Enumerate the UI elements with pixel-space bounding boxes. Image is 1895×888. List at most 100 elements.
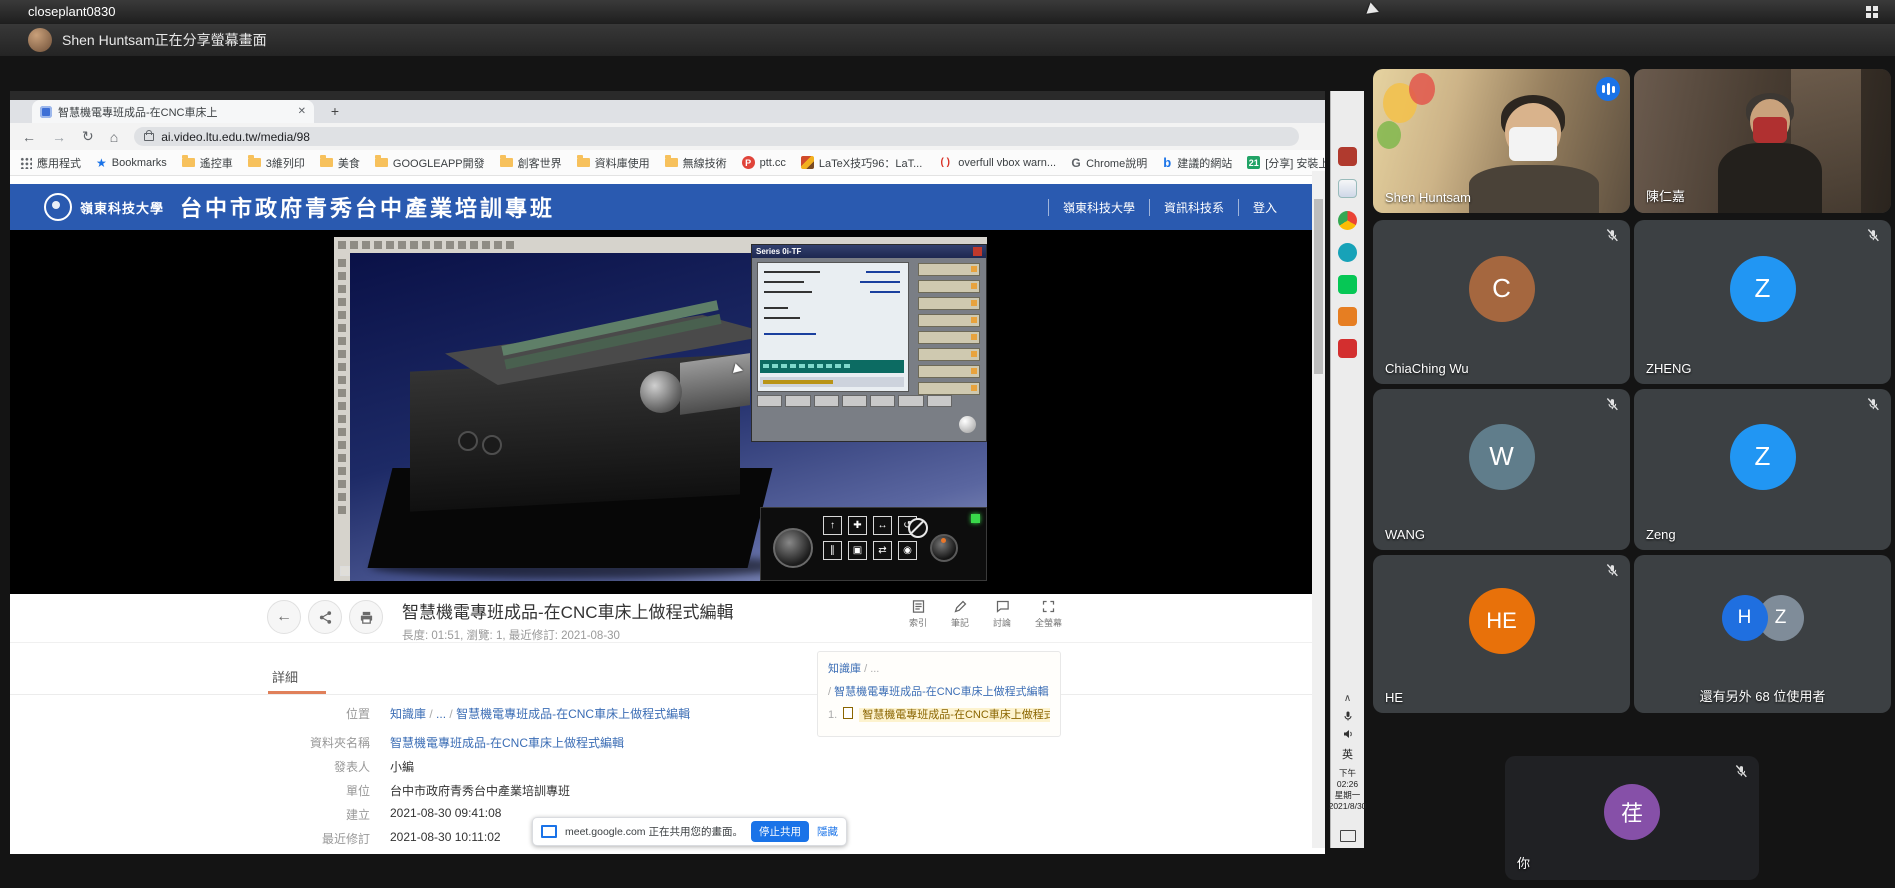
back-icon[interactable]: ← (22, 129, 36, 145)
bookmark-item[interactable]: GChrome說明 (1071, 155, 1147, 171)
back-button[interactable]: ← (267, 600, 301, 634)
toc-branch-link[interactable]: 智慧機電專班成品-在CNC車床上做程式編輯 (834, 686, 1049, 698)
cnc-handwheel (959, 416, 976, 433)
nav-link-university[interactable]: 嶺東科技大學 (1048, 199, 1149, 216)
participant-tile-zeng[interactable]: Z Zeng (1634, 389, 1891, 550)
address-bar[interactable]: ai.video.ltu.edu.tw/media/98 (134, 127, 1299, 146)
nav-link-login[interactable]: 登入 (1238, 199, 1291, 216)
participant-tile-zheng[interactable]: Z ZHENG (1634, 220, 1891, 384)
bookmark-item[interactable]: ★Bookmarks (96, 156, 167, 170)
google-favicon: G (1071, 156, 1081, 169)
folder-name-link[interactable]: 智慧機電專班成品-在CNC車床上做程式編輯 (390, 736, 624, 750)
participant-tile-wang[interactable]: W WANG (1373, 389, 1630, 550)
participant-name: Shen Huntsam (1385, 190, 1471, 205)
bookmark-folder[interactable]: 遙控車 (182, 155, 233, 171)
calendar-favicon: 21 (1247, 156, 1260, 169)
breadcrumb-root-link[interactable]: 知識庫 (390, 707, 426, 721)
bookmark-item[interactable]: ( )overfull vbox warn... (937, 156, 1056, 169)
nav-link-department[interactable]: 資訊科技系 (1149, 199, 1238, 216)
cnc-window-titlebar: Series 0i-TF (752, 245, 986, 258)
window-title: closeplant0830 (28, 4, 115, 19)
participant-tile-chen[interactable]: 陳仁嘉 (1634, 69, 1891, 213)
forward-icon[interactable]: → (52, 129, 66, 145)
participant-name: ChiaChing Wu (1385, 361, 1469, 376)
bookmark-item[interactable]: Pptt.cc (742, 156, 786, 169)
detail-row-author: 發表人 小編 (10, 758, 770, 775)
tray-speaker-icon[interactable] (1342, 728, 1354, 740)
toc-current-item-link[interactable]: 智慧機電專班成品-在CNC車床上做程式編輯 (859, 708, 1050, 722)
face-mask (1509, 127, 1557, 161)
toc-root-link[interactable]: 知識庫 (828, 663, 861, 675)
share-message: meet.google.com 正在共用您的畫面。 (565, 824, 743, 839)
input-language-indicator[interactable]: 英 (1342, 746, 1353, 762)
sim-resize-icon (340, 566, 350, 576)
index-button[interactable]: 索引 (909, 599, 927, 629)
video-player[interactable]: Series 0i-TF (10, 230, 1325, 594)
cnc-softkeys (757, 395, 952, 407)
fullscreen-button[interactable]: 全螢幕 (1035, 599, 1062, 629)
bookmark-folder[interactable]: 美食 (320, 155, 360, 171)
tray-mic-icon[interactable] (1342, 710, 1354, 722)
bookmark-apps[interactable]: 應用程式 (20, 155, 81, 171)
bookmark-folder[interactable]: 3維列印 (248, 155, 305, 171)
taskbar-app-icon-teal[interactable] (1338, 243, 1357, 262)
taskbar-app-icon-orange[interactable] (1338, 307, 1357, 326)
breadcrumb-current-link[interactable]: 智慧機電專班成品-在CNC車床上做程式編輯 (456, 707, 690, 721)
bookmark-folder[interactable]: 資料庫使用 (577, 155, 650, 171)
printer-icon (359, 610, 374, 625)
discussion-button[interactable]: 討論 (993, 599, 1011, 629)
jog-key-grid: ↑ ✚ ↔ ↺ ∥ ▣ ⇄ ◉ (823, 516, 919, 560)
bookmark-item[interactable]: 21[分享] 安裝上百套... (1247, 155, 1325, 171)
paren-favicon: ( ) (937, 156, 953, 169)
bookmark-folder[interactable]: 無線技術 (665, 155, 727, 171)
taskbar-app-icon-chrome[interactable] (1338, 211, 1357, 230)
tray-expand-icon[interactable]: ∧ (1344, 693, 1351, 704)
breadcrumb-ellipsis-link[interactable]: ... (436, 707, 446, 721)
participant-name: 陳仁嘉 (1646, 186, 1685, 205)
folder-icon (375, 158, 388, 167)
bookmark-folder[interactable]: 創客世界 (500, 155, 562, 171)
participant-name: ZHENG (1646, 361, 1692, 376)
print-button[interactable] (349, 600, 383, 634)
home-icon[interactable]: ⌂ (110, 129, 118, 145)
avatar: Z (1730, 256, 1796, 322)
participant-name: Zeng (1646, 527, 1676, 542)
scrollbar-thumb[interactable] (1314, 199, 1323, 374)
hide-button[interactable]: 隱藏 (817, 824, 838, 839)
notes-button[interactable]: 筆記 (951, 599, 969, 629)
bookmark-item[interactable]: LaTeX技巧96：LaT... (801, 155, 922, 171)
site-banner: 嶺東科技大學 台中市政府青秀台中產業培訓專班 嶺東科技大學 資訊科技系 登入 (10, 184, 1325, 230)
participant-tile-he[interactable]: HE HE (1373, 555, 1630, 713)
taskbar-clock[interactable]: 下午 02:26 星期一 2021/8/30 (1329, 768, 1367, 812)
bookmark-folder[interactable]: GOOGLEAPP開發 (375, 155, 485, 171)
browser-frame (10, 91, 1325, 100)
window-grid-icon[interactable] (1866, 6, 1879, 19)
tab-close-icon[interactable]: ✕ (298, 106, 306, 117)
tab-strip: 智慧機電專班成品-在CNC車床上 ✕ + (10, 100, 1325, 123)
reload-icon[interactable]: ↻ (82, 128, 94, 145)
site-title: 台中市政府青秀台中產業培訓專班 (180, 191, 555, 223)
participant-tile-shen[interactable]: Shen Huntsam (1373, 69, 1630, 213)
taskbar-app-icon-adobe[interactable] (1338, 339, 1357, 358)
new-tab-button[interactable]: + (326, 103, 344, 121)
page-scrollbar[interactable] (1312, 171, 1325, 848)
self-view-tile[interactable]: 荏 你 (1505, 756, 1759, 880)
tab-details[interactable]: 詳細 (272, 667, 298, 686)
mic-muted-icon (1865, 228, 1881, 243)
browser-tab[interactable]: 智慧機電專班成品-在CNC車床上 ✕ (32, 100, 314, 123)
video-actions: 索引 筆記 討論 全螢幕 (909, 599, 1062, 629)
share-button[interactable] (308, 600, 342, 634)
cnc-close-icon (973, 247, 982, 256)
star-icon: ★ (96, 156, 107, 170)
bookmark-item[interactable]: b建議的網站 (1162, 155, 1232, 171)
stop-sharing-button[interactable]: 停止共用 (751, 821, 809, 842)
fullscreen-icon (1041, 599, 1056, 614)
participant-name: WANG (1385, 527, 1425, 542)
taskbar-app-icon-red[interactable] (1338, 147, 1357, 166)
more-participants-tile[interactable]: H Z 還有另外 68 位使用者 (1634, 555, 1891, 713)
taskbar-app-icon-line[interactable] (1338, 275, 1357, 294)
site-nav: 嶺東科技大學 資訊科技系 登入 (1048, 199, 1291, 216)
taskbar-app-icon-explorer[interactable] (1338, 179, 1357, 198)
participant-tile-chiaching[interactable]: C ChiaChing Wu (1373, 220, 1630, 384)
show-desktop-icon[interactable] (1340, 830, 1356, 842)
